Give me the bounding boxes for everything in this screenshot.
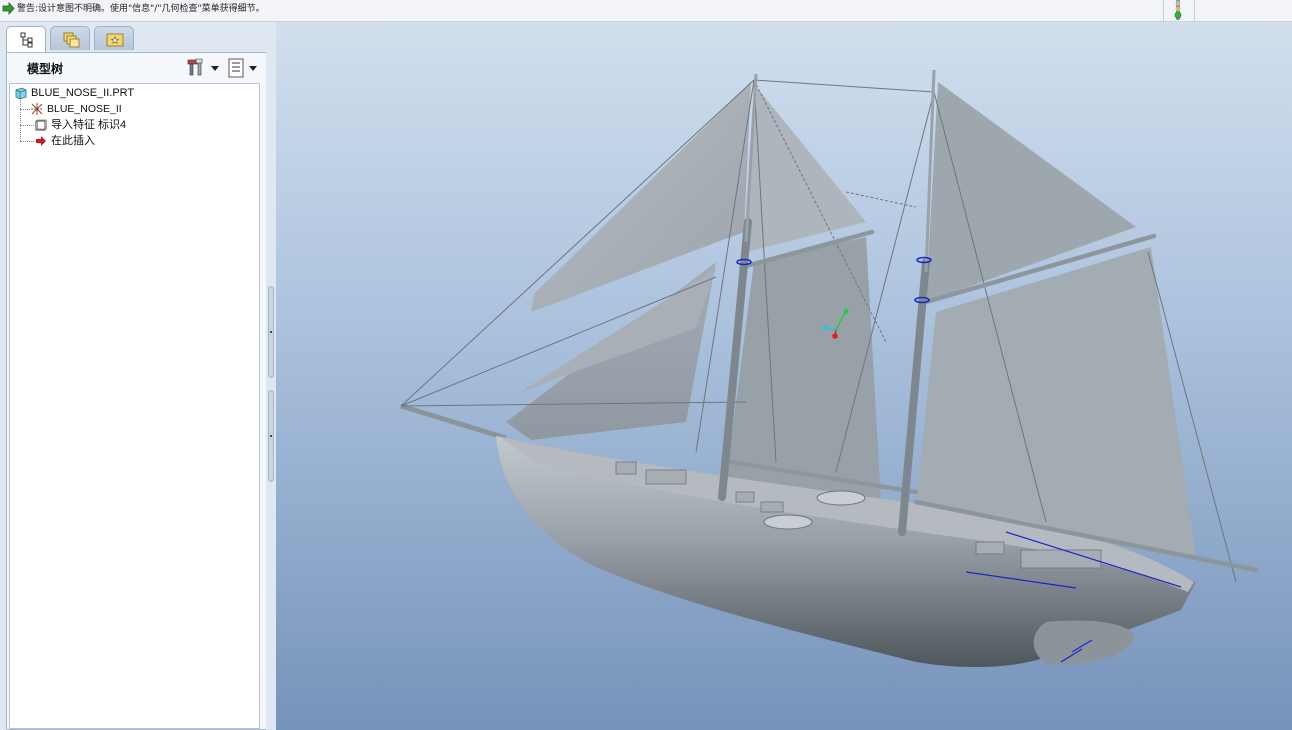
message-text: 警告:设计意图不明确。使用"信息"/"几何检查"菜单获得细节。 <box>17 4 265 14</box>
tree-connector <box>20 141 34 142</box>
tab-model-tree[interactable] <box>6 26 46 52</box>
keel <box>1033 620 1134 665</box>
csys-icon <box>31 103 43 115</box>
schooner-model <box>400 69 1259 668</box>
splitter-grip[interactable] <box>268 286 274 378</box>
splitter-grip[interactable] <box>268 390 274 482</box>
graphics-viewport[interactable] <box>276 22 1292 730</box>
divider <box>1163 0 1164 21</box>
tree-item-label: 在此插入 <box>51 135 95 147</box>
fore-topsail <box>531 82 751 312</box>
tree-connector <box>20 125 34 126</box>
model-tree: BLUE_NOSE_II.PRT BLUE_NOSE_II 导入特征 标识4 在… <box>9 83 260 729</box>
import-feature-icon <box>35 119 47 131</box>
tools-icon <box>187 58 219 76</box>
favorites-icon <box>106 33 124 47</box>
bowsprit <box>400 403 507 441</box>
tree-item-label: 导入特征 标识4 <box>51 119 127 131</box>
tree-connector <box>20 100 21 141</box>
list-icon <box>228 58 257 78</box>
divider <box>1194 0 1195 21</box>
tree-settings-button[interactable] <box>187 57 221 79</box>
message-bar: 警告:设计意图不明确。使用"信息"/"几何检查"菜单获得细节。 <box>0 0 1292 22</box>
dinghy <box>816 490 866 506</box>
traffic-light-icon[interactable] <box>1173 0 1183 20</box>
dinghy <box>763 514 813 530</box>
panel-header: 模型树 <box>7 53 266 83</box>
navigator-pane: 模型树 BLUE_NOSE_II.PRT BLUE_NOSE_II 导入特征 标… <box>0 22 276 730</box>
foresail <box>726 237 881 502</box>
model-tree-panel: 模型树 BLUE_NOSE_II.PRT BLUE_NOSE_II 导入特征 标… <box>6 52 267 730</box>
insert-here-arrow-icon <box>36 136 46 146</box>
tab-favorites[interactable] <box>94 26 134 50</box>
tree-item-label: BLUE_NOSE_II.PRT <box>31 87 135 99</box>
panel-title: 模型树 <box>27 62 64 76</box>
tree-item-label: BLUE_NOSE_II <box>47 103 122 115</box>
fore-sail-upper <box>746 84 866 252</box>
navigator-tabs <box>6 26 266 52</box>
tree-connector <box>20 109 30 110</box>
model-tree-icon <box>20 32 33 48</box>
app-window: 警告:设计意图不明确。使用"信息"/"几何检查"菜单获得细节。 模型树 BLUE… <box>0 0 1292 730</box>
part-icon <box>15 87 27 100</box>
tree-show-button[interactable] <box>227 57 261 79</box>
folder-icon <box>63 32 80 48</box>
tab-folder-browser[interactable] <box>50 26 90 50</box>
arrow-right-icon <box>2 2 15 15</box>
